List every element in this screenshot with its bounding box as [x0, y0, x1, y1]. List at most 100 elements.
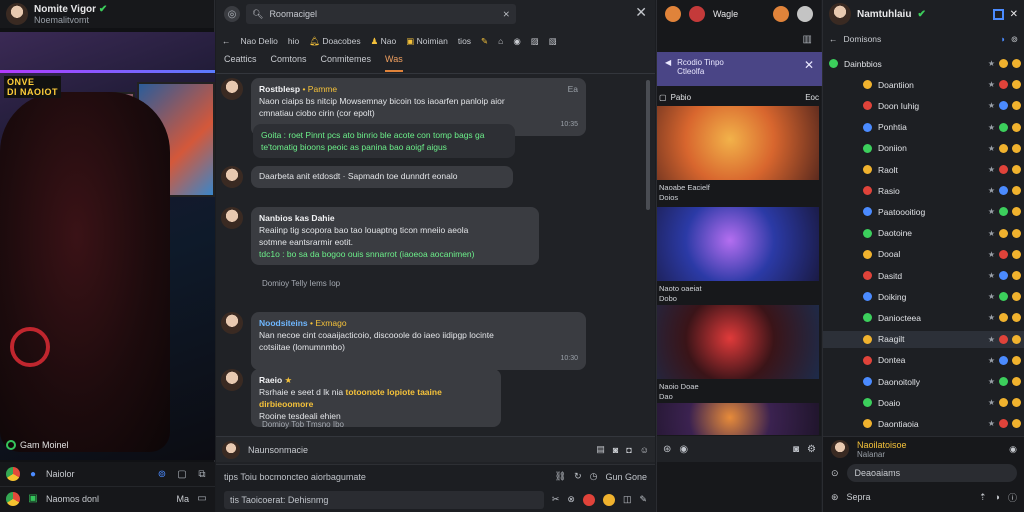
chat-scrollbar[interactable] — [646, 80, 650, 210]
channel-item[interactable]: tios — [458, 36, 471, 46]
settings-icon[interactable]: ⊚ — [155, 467, 169, 481]
star-icon[interactable]: ★ — [988, 144, 995, 153]
screen-icon[interactable]: ▢ — [175, 467, 189, 481]
message-avatar[interactable] — [221, 312, 243, 334]
member-row[interactable]: Dainbbios ★ — [823, 55, 1024, 72]
search-input[interactable]: 🔍︎ Roomacigel ⨯ — [246, 4, 516, 24]
feed-card[interactable] — [657, 403, 819, 435]
gamepad-icon[interactable]: ⊛ — [663, 444, 671, 455]
emoji-icon[interactable]: ☺ — [640, 445, 649, 455]
coin-icon[interactable] — [602, 493, 615, 506]
command-right-label[interactable]: Gun Gone — [605, 472, 647, 482]
upload-icon[interactable]: ⇡ — [979, 492, 987, 503]
back-icon[interactable]: ← — [222, 36, 231, 46]
star-icon[interactable]: ★ — [988, 313, 995, 322]
close-icon[interactable]: ✕ — [1010, 9, 1018, 20]
message-bubble[interactable]: Noodsiteins • Exmago Nan necoe cint coaa… — [251, 312, 586, 370]
camera-icon[interactable]: ◙ — [613, 445, 618, 455]
owner-avatar[interactable] — [829, 3, 851, 25]
link-icon[interactable]: ⛓ — [555, 471, 566, 482]
star-icon[interactable]: ★ — [988, 59, 995, 68]
feed-thumbnail[interactable] — [657, 305, 819, 379]
member-row[interactable]: Doiking ★ — [823, 288, 1024, 305]
reaction-icon[interactable] — [773, 6, 789, 22]
close-promo-icon[interactable]: ✕ — [804, 58, 814, 72]
message-bubble[interactable]: Goita : roet Pinnt pcs ato binrio ble ac… — [253, 124, 515, 158]
orange-avatar-icon[interactable] — [665, 6, 681, 22]
help-icon[interactable]: ◑ — [1000, 34, 1005, 44]
close-icon[interactable]: ✕ — [635, 4, 647, 21]
help-icon[interactable]: ▧ — [549, 36, 557, 47]
self-avatar[interactable] — [831, 440, 849, 458]
close-small-icon[interactable]: ⊗ — [567, 494, 575, 505]
settings-icon[interactable]: ⚙ — [807, 444, 816, 455]
channel-item[interactable]: ▣ Noimian — [406, 36, 448, 47]
gamepad-icon[interactable]: ⊛ — [831, 492, 839, 503]
channel-item[interactable]: 🔔︎ Doacobes — [309, 36, 360, 47]
channel-item[interactable]: ♟ Nao — [371, 36, 397, 47]
window-icon[interactable]: ▭ — [195, 492, 209, 506]
record-icon[interactable] — [582, 493, 595, 506]
browser-row[interactable]: ● Naiolor ⊚ ▢ ⧉ — [0, 462, 215, 486]
member-row[interactable]: Raagilt ★ — [823, 330, 1024, 348]
tab-action[interactable]: Ma — [176, 494, 189, 504]
member-row[interactable]: Doniion ★ — [823, 140, 1024, 157]
refresh-icon[interactable]: ↻ — [574, 471, 582, 482]
owner-name[interactable]: Namtuhlaiu — [857, 9, 911, 20]
profile-icon[interactable] — [797, 6, 813, 22]
mic-icon[interactable]: ◉ — [679, 444, 688, 455]
feed-thumbnail[interactable] — [657, 403, 819, 435]
message-bubble[interactable]: Raeio ★ Rsrhaie e seet d lk nia totoonot… — [251, 369, 501, 427]
message-avatar[interactable] — [221, 369, 243, 391]
member-row[interactable]: Paatoooitiog ★ — [823, 203, 1024, 220]
member-row[interactable]: Ponhtia ★ — [823, 119, 1024, 136]
member-row[interactable]: Daonoitolly ★ — [823, 373, 1024, 390]
feed-card[interactable]: Naoabe Eacielf Doios — [657, 106, 819, 208]
member-row[interactable]: Doon Iuhig ★ — [823, 97, 1024, 114]
message-avatar[interactable] — [221, 166, 243, 188]
star-icon[interactable]: ★ — [988, 377, 995, 386]
mic-icon[interactable]: ◉ — [1009, 444, 1017, 455]
share-icon[interactable]: ⧉ — [195, 467, 209, 481]
pen-icon[interactable]: ✎ — [639, 494, 647, 505]
clock-icon[interactable]: ◷ — [590, 471, 598, 482]
member-row[interactable]: Dasitd ★ — [823, 267, 1024, 284]
tab-was[interactable]: Was — [385, 54, 403, 72]
member-row[interactable]: Doaio ★ — [823, 394, 1024, 411]
streamer-name[interactable]: Nomite Vigor — [34, 4, 96, 15]
star-icon[interactable]: ★ — [988, 292, 995, 301]
window-toggle-icon[interactable] — [992, 8, 1004, 20]
camera-icon[interactable]: ◙ — [793, 444, 799, 455]
app-logo-icon[interactable]: ◎ — [224, 6, 240, 22]
star-icon[interactable]: ★ — [988, 207, 995, 216]
message-avatar[interactable] — [221, 78, 243, 100]
command-input[interactable]: tis Taoicoerat: Dehisnmg — [224, 490, 544, 509]
star-icon[interactable]: ★ — [988, 123, 995, 132]
expand-icon[interactable]: ▥ — [803, 34, 812, 45]
star-icon[interactable]: ★ — [988, 398, 995, 407]
promo-banner[interactable]: ◀ Rcodio Tinpo Ctleolfa ✕ — [657, 52, 822, 86]
member-row[interactable]: Daniocteea ★ — [823, 309, 1024, 326]
member-row[interactable]: Daotoine ★ — [823, 225, 1024, 242]
red-avatar-icon[interactable] — [689, 6, 705, 22]
tab-comtons[interactable]: Comtons — [271, 54, 307, 72]
star-icon[interactable]: ★ — [988, 101, 995, 110]
streamer-avatar[interactable] — [6, 3, 28, 25]
star-icon[interactable]: ★ — [988, 419, 995, 428]
info-icon[interactable]: ⓘ — [1008, 491, 1017, 504]
tab-conmitemes[interactable]: Conmitemes — [321, 54, 372, 72]
people-icon[interactable]: ⌂ — [498, 36, 503, 46]
clear-search-icon[interactable]: ⨯ — [502, 9, 510, 20]
tab-row[interactable]: ▣ Naomos donl Ma ▭ — [0, 486, 215, 510]
star-icon[interactable]: ★ — [988, 186, 995, 195]
bag-icon[interactable]: ◫ — [623, 494, 632, 505]
self-avatar[interactable] — [222, 440, 240, 459]
member-row[interactable]: Raolt ★ — [823, 161, 1024, 178]
star-icon[interactable]: ★ — [988, 335, 995, 344]
info-icon[interactable]: ⊚ — [1011, 34, 1018, 45]
member-row[interactable]: Dontea ★ — [823, 352, 1024, 369]
stream-video[interactable]: ONVE DI NAOIOT — [0, 32, 215, 460]
star-icon[interactable]: ★ — [988, 165, 995, 174]
feed-card[interactable]: Naoio Doae Dao — [657, 305, 819, 407]
channel-item[interactable]: Nao Delio — [241, 36, 278, 46]
